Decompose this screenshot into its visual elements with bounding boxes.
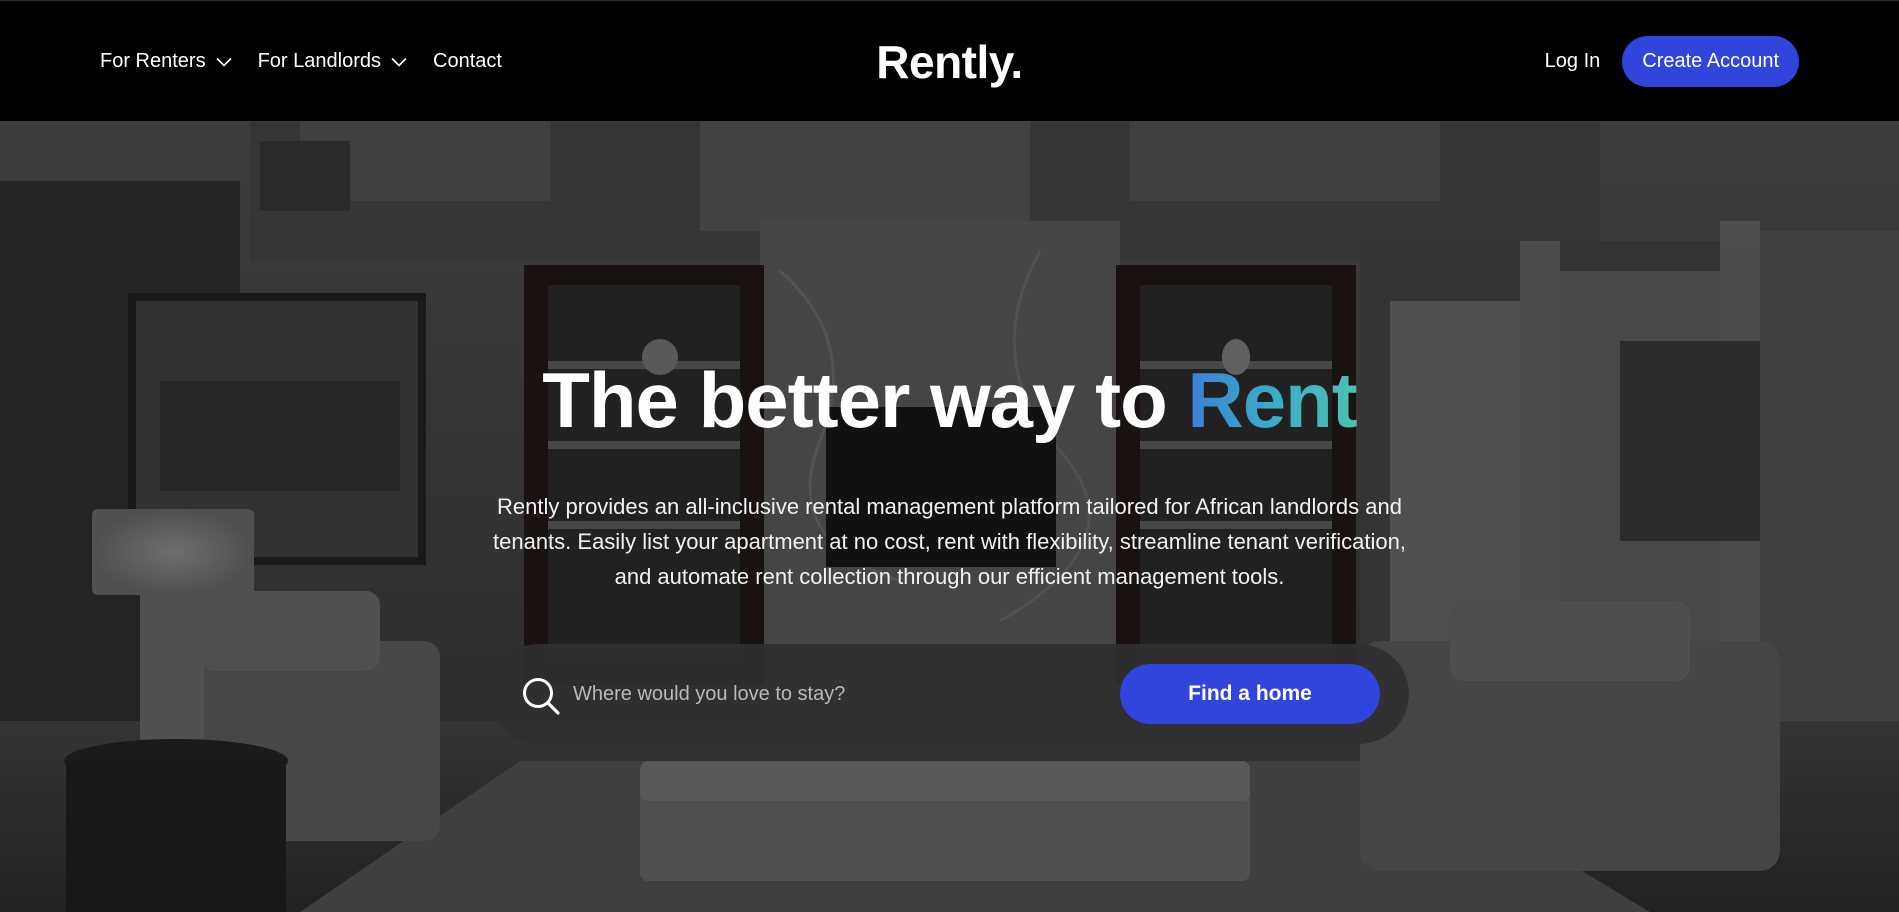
nav-for-renters-dropdown[interactable]: For Renters: [100, 50, 232, 73]
location-search-input[interactable]: [573, 674, 1093, 714]
nav-for-renters-label: For Renters: [100, 50, 206, 72]
primary-nav: For Renters For Landlords Contact: [100, 1, 502, 122]
login-link[interactable]: Log In: [1543, 50, 1603, 73]
hero-title-accent: Rent: [1187, 356, 1357, 444]
hero-description: Rently provides an all-inclusive rental …: [493, 494, 1406, 589]
top-navigation-bar: For Renters For Landlords Contact Rently…: [0, 0, 1899, 121]
find-a-home-button[interactable]: Find a home: [1120, 664, 1380, 724]
create-account-button[interactable]: Create Account: [1622, 36, 1799, 87]
chevron-down-icon: [216, 57, 232, 67]
hero-title-prefix: The better way to: [542, 356, 1167, 444]
hero-section: The better way to Rent Rently provides a…: [0, 121, 1899, 912]
hero-title: The better way to Rent: [0, 355, 1899, 446]
chevron-down-icon: [391, 57, 407, 67]
nav-for-landlords-dropdown[interactable]: For Landlords: [258, 50, 407, 73]
nav-contact-label: Contact: [433, 50, 502, 72]
nav-for-landlords-label: For Landlords: [257, 50, 381, 72]
nav-contact-link[interactable]: Contact: [433, 50, 502, 73]
account-actions: Log In Create Account: [1543, 1, 1799, 122]
search-bar: Find a home: [489, 644, 1409, 744]
search-icon: [521, 676, 561, 716]
brand-logo[interactable]: Rently.: [876, 35, 1023, 89]
